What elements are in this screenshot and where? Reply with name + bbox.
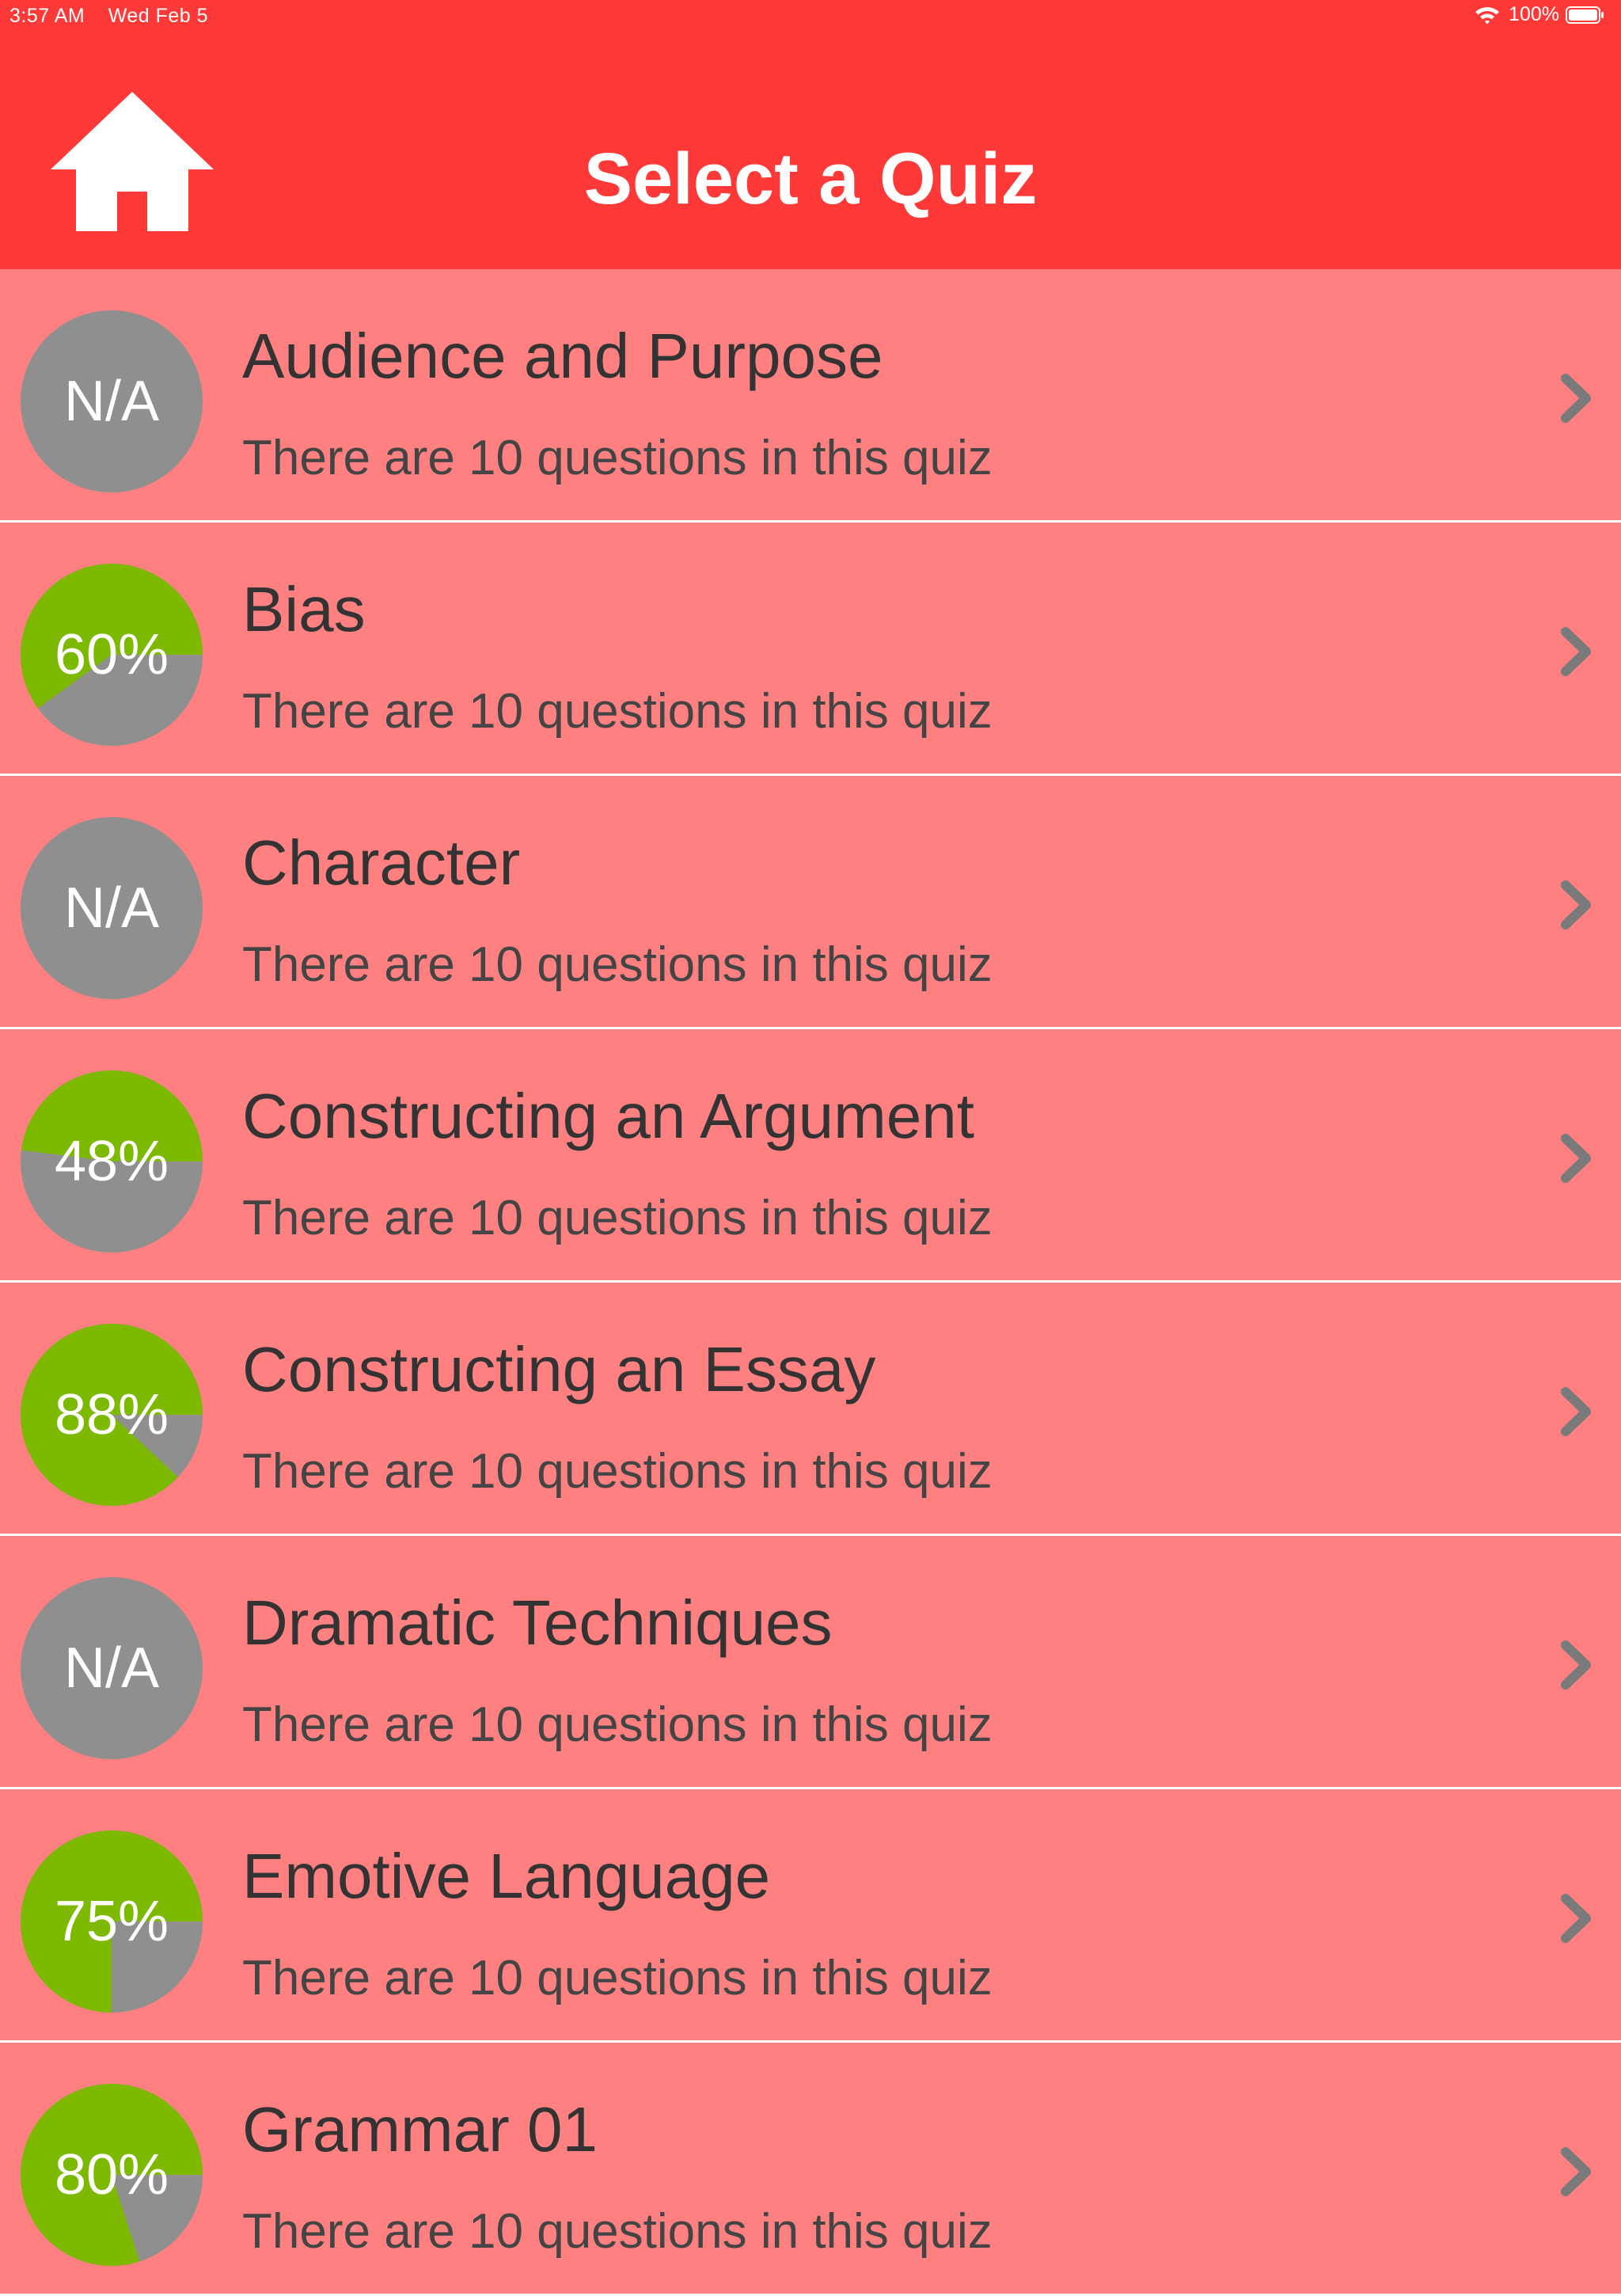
quiz-question-count: There are 10 questions in this quiz [242,1951,993,2005]
score-label: N/A [63,370,160,433]
score-label: N/A [63,1636,160,1700]
quiz-row[interactable]: 75% Emotive Language There are 10 question… [0,1789,1621,2043]
quiz-row[interactable]: 48% Constructing an Argument There are 10 … [0,1029,1621,1283]
score-pie-indicator: N/A [21,1577,203,1759]
quiz-row[interactable]: N/A Audience and Purpose There are 10 ques… [0,269,1621,523]
header-bar: 3:57 AM Wed Feb 5 100% Select a Quiz [0,0,1621,269]
score-pie-indicator: N/A [21,817,203,999]
quiz-title: Bias [242,574,366,644]
chevron-right-icon [1558,625,1594,678]
quiz-row[interactable]: 60% Bias There are 10 questions in this qu… [0,523,1621,776]
status-date: Wed Feb 5 [108,5,209,27]
score-label: N/A [63,876,160,940]
battery-percent: 100% [1509,3,1559,25]
quiz-question-count: There are 10 questions in this quiz [242,1191,993,1245]
quiz-question-count: There are 10 questions in this quiz [242,684,993,739]
chevron-right-icon [1558,1639,1594,1691]
score-label: 75% [54,1890,169,1953]
quiz-row[interactable]: 80% Grammar 01 There are 10 questions in t… [0,2043,1621,2296]
score-label: 48% [54,1130,169,1193]
quiz-title: Constructing an Argument [242,1081,974,1151]
score-label: 88% [54,1383,169,1446]
chevron-right-icon [1558,1892,1594,1944]
quiz-list: N/A Audience and Purpose There are 10 ques… [0,269,1621,2296]
quiz-title: Emotive Language [242,1841,771,1911]
status-bar-left: 3:57 AM Wed Feb 5 [9,5,208,28]
quiz-row[interactable]: N/A Dramatic Techniques There are 10 quest… [0,1536,1621,1789]
status-bar-right: 100% [1474,3,1605,26]
chevron-right-icon [1558,372,1594,424]
quiz-title: Grammar 01 [242,2094,598,2165]
quiz-title: Audience and Purpose [242,321,883,391]
score-label: 80% [54,2143,169,2207]
chevron-right-icon [1558,1386,1594,1438]
chevron-right-icon [1558,1132,1594,1184]
chevron-right-icon [1558,879,1594,931]
battery-icon [1566,6,1605,25]
quiz-row[interactable]: 88% Constructing an Essay There are 10 que… [0,1283,1621,1536]
quiz-title: Character [242,827,521,898]
quiz-question-count: There are 10 questions in this quiz [242,2204,993,2259]
score-pie-indicator: 48% [21,1070,203,1253]
quiz-row[interactable]: N/A Character There are 10 questions in th… [0,776,1621,1029]
quiz-question-count: There are 10 questions in this quiz [242,1697,993,1752]
score-pie-indicator: 80% [21,2084,203,2266]
chevron-right-icon [1558,2146,1594,2198]
quiz-title: Constructing an Essay [242,1334,876,1405]
page-title: Select a Quiz [583,139,1038,219]
quiz-question-count: There are 10 questions in this quiz [242,1444,993,1499]
score-pie-indicator: 75% [21,1830,203,2013]
quiz-question-count: There are 10 questions in this quiz [242,937,993,992]
quiz-title: Dramatic Techniques [242,1587,833,1658]
quiz-question-count: There are 10 questions in this quiz [242,431,993,485]
score-pie-indicator: N/A [21,310,203,492]
wifi-icon [1474,5,1501,25]
score-label: 60% [54,623,169,686]
score-pie-indicator: 60% [21,564,203,746]
score-pie-indicator: 88% [21,1324,203,1506]
status-time: 3:57 AM [9,5,85,27]
